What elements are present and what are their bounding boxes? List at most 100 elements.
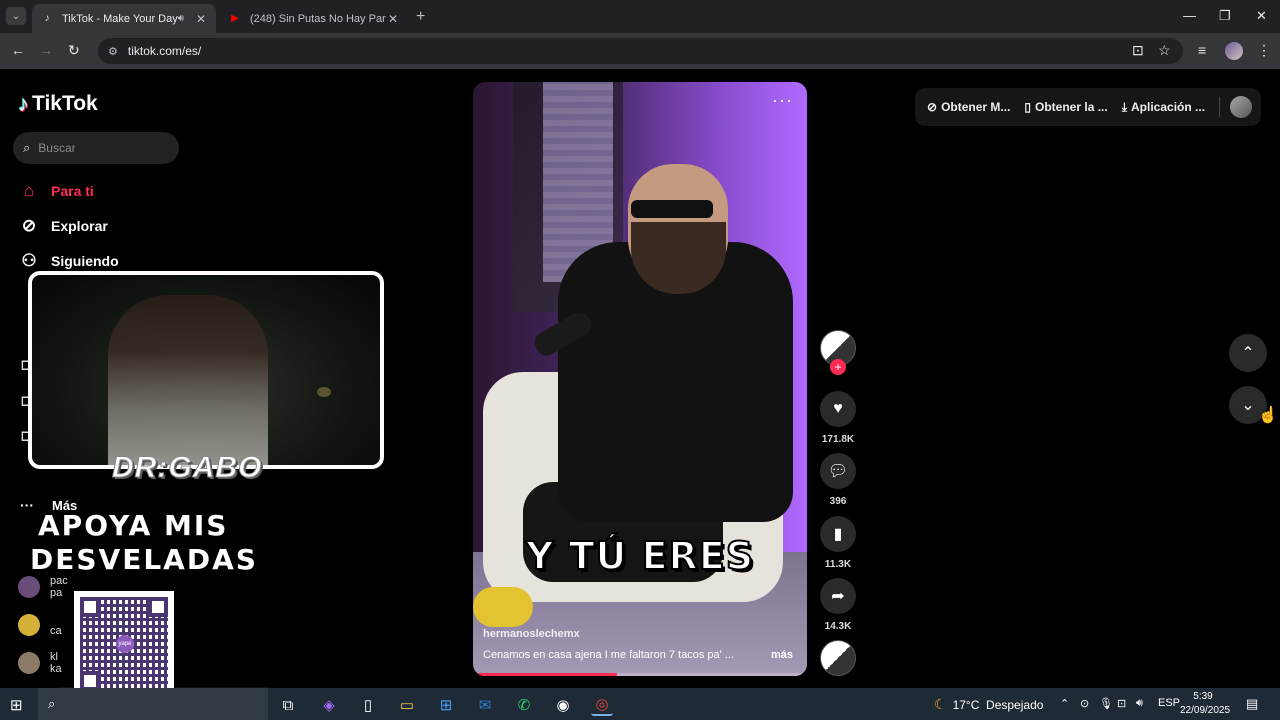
video-progress-bar[interactable] (473, 673, 807, 676)
get-coins-button[interactable]: ⊘ Obtener M... (927, 100, 1010, 114)
account-item[interactable]: kl ka (18, 651, 62, 675)
top-right-actions: ⊘ Obtener M... ▯ Obtener la ... ⤓ Aplicació… (915, 88, 1261, 126)
chrome-icon[interactable]: ◎ (591, 694, 613, 716)
share-button[interactable]: ➦ (820, 578, 856, 614)
video-caption: Y TÚ ERES (525, 533, 755, 579)
reload-icon[interactable]: ↻ (68, 42, 80, 59)
previous-video-button[interactable]: ⌃ (1229, 334, 1267, 372)
copilot-icon[interactable]: ◈ (318, 694, 340, 716)
meet-icon[interactable]: ⊙ (1080, 697, 1089, 710)
get-app-button[interactable]: ▯ Obtener la ... (1024, 100, 1107, 114)
url-text: tiktok.com/es/ (127, 44, 202, 58)
store-icon[interactable]: ⊞ (435, 694, 457, 716)
video-username[interactable]: hermanoslechemx (483, 628, 580, 640)
qr-corner (148, 597, 168, 617)
notification-center-icon[interactable]: ▤ (1246, 696, 1258, 712)
like-count: 171.8K (821, 434, 855, 445)
tab-title: TikTok - Make Your Day (62, 12, 178, 25)
qr-corner (80, 597, 100, 617)
address-bar: ← → ↻ ⚙ tiktok.com/es/ ⊡ ☆ ≡ ⋮ (0, 33, 1280, 69)
music-disc-avatar[interactable] (820, 640, 856, 676)
windows-start-icon[interactable]: ⊞ (10, 696, 23, 714)
url-input[interactable]: ⚙ tiktok.com/es/ (98, 38, 1183, 64)
whatsapp-icon[interactable]: ✆ (513, 694, 535, 716)
taskbar-search[interactable]: ⌕ (38, 688, 268, 720)
language-indicator[interactable]: ESP (1158, 697, 1180, 709)
file-icon[interactable]: ▯ (357, 694, 379, 716)
close-tab-icon[interactable]: ✕ (386, 12, 400, 26)
file-explorer-icon[interactable]: ▭ (396, 694, 418, 716)
compass-icon: ⊘ (21, 216, 37, 235)
site-info-icon[interactable]: ⚙ (108, 45, 118, 58)
account-item[interactable]: pac pa (18, 575, 68, 599)
account-item[interactable]: ca (18, 613, 62, 637)
yape-logo: yape (116, 635, 134, 653)
tab-tiktok[interactable]: ♪ TikTok - Make Your Day 🔊︎ ✕ (32, 4, 216, 33)
clock-time: 5:39 (1193, 691, 1213, 702)
close-tab-icon[interactable]: ✕ (194, 12, 208, 26)
like-button[interactable]: ♥ (820, 391, 856, 427)
volume-icon[interactable]: 🔊︎ (1136, 697, 1143, 710)
media-control-icon[interactable]: ≡ (1198, 42, 1206, 58)
outlook-icon[interactable]: ✉ (474, 694, 496, 716)
minimize-icon[interactable]: — (1183, 8, 1196, 23)
divider (1219, 97, 1221, 117)
new-tab-icon[interactable]: + (416, 8, 425, 26)
tiktok-note-icon: ♪ (18, 91, 29, 116)
qr-pattern: yape (80, 597, 168, 691)
video-description: Cenamos en casa ajena I me faltaron 7 ta… (483, 649, 734, 661)
tab-search-button[interactable]: ⌄ (6, 7, 26, 25)
weather-temp: 17°C (952, 697, 980, 712)
desktop-app-button[interactable]: ⤓ Aplicación ... (1122, 100, 1205, 115)
nav-label: Explorar (51, 218, 108, 234)
forward-icon[interactable]: → (39, 42, 53, 58)
heart-icon: ♥ (833, 400, 843, 417)
video-person-shoe (473, 587, 533, 627)
nav-para-ti[interactable]: ⌂ Para ti (18, 181, 94, 201)
user-avatar[interactable] (1230, 96, 1253, 118)
more-dots-icon: ··· (20, 497, 34, 513)
show-hidden-icons-icon[interactable]: ⌃ (1060, 697, 1069, 710)
account-avatar (18, 576, 40, 598)
tiktok-page: ♪ TikTok ⌕ Buscar ⌂ Para ti ⊘ Explorar ⚇… (0, 69, 1280, 707)
nav-label: Para ti (51, 183, 94, 199)
follow-plus-icon[interactable]: + (830, 359, 846, 375)
video-player[interactable]: ··· Y TÚ ERES hermanoslechemx Cenamos en… (473, 82, 807, 676)
search-placeholder: Buscar (38, 141, 76, 155)
weather-widget[interactable]: ☾ 17°C Despejado (934, 696, 1043, 713)
search-input[interactable]: ⌕ Buscar (13, 132, 179, 164)
account-name: pac pa (50, 575, 68, 599)
tab-youtube[interactable]: ▶ (248) Sin Putas No Hay Paraiso ✕ (220, 4, 408, 33)
weather-desc: Despejado (986, 697, 1044, 712)
search-icon: ⌕ (48, 696, 56, 711)
back-icon[interactable]: ← (11, 42, 25, 58)
save-count: 11.3K (824, 559, 852, 570)
comment-icon: 💬︎ (827, 463, 849, 480)
background-lamp (317, 387, 331, 397)
tiktok-logo[interactable]: ♪ TikTok (18, 91, 98, 117)
nav-siguiendo[interactable]: ⚇ Siguiendo (18, 251, 119, 271)
coin-icon: ⊘ (927, 100, 938, 114)
menu-icon[interactable]: ⋮ (1257, 42, 1271, 59)
restore-icon[interactable]: ❐ (1219, 8, 1231, 24)
task-view-icon[interactable]: ⧉ (277, 694, 299, 716)
save-button[interactable]: ▮ (820, 516, 856, 552)
nav-label: Siguiendo (51, 253, 119, 269)
speaker-icon[interactable]: 🔊︎ (178, 13, 184, 24)
hand-cursor-icon: ☝ (1258, 407, 1278, 424)
video-more-options-icon[interactable]: ··· (772, 90, 793, 111)
taskbar-clock[interactable]: 5:39 22/09/2025 (1180, 690, 1231, 718)
profile-avatar[interactable] (1225, 42, 1243, 60)
video-more-link[interactable]: más (771, 649, 793, 661)
close-window-icon[interactable]: ✕ (1256, 8, 1267, 24)
microphone-icon[interactable]: 🎙︎ (1099, 697, 1113, 710)
obs-icon[interactable]: ◉ (552, 694, 574, 716)
network-icon[interactable]: ⊡ (1117, 697, 1126, 710)
nav-explorar[interactable]: ⊘ Explorar (18, 216, 108, 236)
clock-date: 22/09/2025 (1180, 705, 1231, 716)
comment-button[interactable]: 💬︎ (820, 453, 856, 489)
webcam-overlay (28, 271, 384, 469)
install-app-icon[interactable]: ⊡ (1132, 42, 1144, 59)
bookmark-star-icon[interactable]: ☆ (1158, 42, 1171, 59)
search-icon: ⌕ (23, 140, 31, 155)
